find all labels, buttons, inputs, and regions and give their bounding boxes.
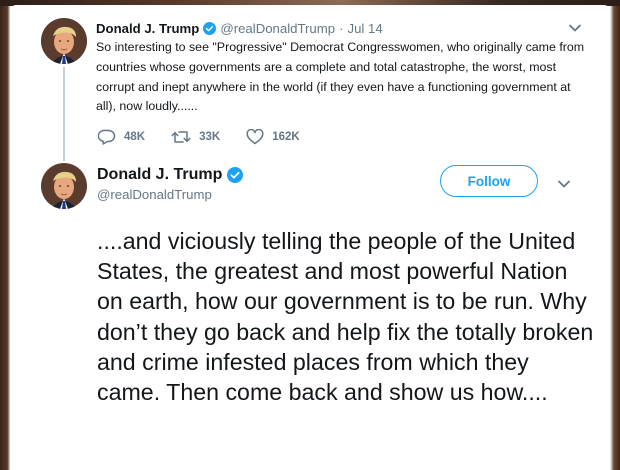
avatar[interactable]	[41, 163, 87, 209]
tweet-actions: 48K 33K 162K	[98, 127, 326, 147]
handle[interactable]: @realDonaldTrump	[220, 21, 335, 36]
chevron-down-icon[interactable]	[568, 23, 582, 33]
author-name-row: Donald J. Trump	[97, 166, 244, 184]
tweet-date[interactable]: Jul 14	[348, 21, 383, 36]
reply-count: 48K	[124, 131, 146, 143]
display-name[interactable]: Donald J. Trump	[97, 166, 222, 184]
thread-connector	[63, 67, 65, 161]
reply-button[interactable]: 48K	[98, 129, 145, 145]
tweet-text: ....and viciously telling the people of …	[97, 228, 594, 406]
tweet-text: So interesting to see "Progressive" Demo…	[96, 40, 585, 114]
parent-tweet-header: Donald J. Trump @realDonaldTrump · Jul 1…	[96, 19, 383, 37]
verified-badge-icon	[203, 21, 217, 35]
retweet-button[interactable]: 33K	[171, 129, 220, 145]
like-count: 162K	[272, 131, 300, 143]
retweet-icon	[171, 131, 191, 143]
handle[interactable]: @realDonaldTrump	[97, 187, 212, 202]
heart-icon	[246, 129, 264, 145]
separator: ·	[339, 20, 344, 36]
screenshot-frame: Donald J. Trump @realDonaldTrump · Jul 1…	[0, 0, 620, 470]
follow-button[interactable]: Follow	[440, 165, 538, 197]
tweet-card: Donald J. Trump @realDonaldTrump · Jul 1…	[10, 5, 610, 470]
verified-badge-icon	[227, 167, 244, 183]
retweet-count: 33K	[199, 131, 221, 143]
like-button[interactable]: 162K	[246, 129, 300, 145]
avatar[interactable]	[41, 18, 87, 64]
display-name[interactable]: Donald J. Trump	[96, 21, 199, 36]
reply-icon	[98, 129, 116, 145]
chevron-down-icon[interactable]	[557, 179, 571, 189]
